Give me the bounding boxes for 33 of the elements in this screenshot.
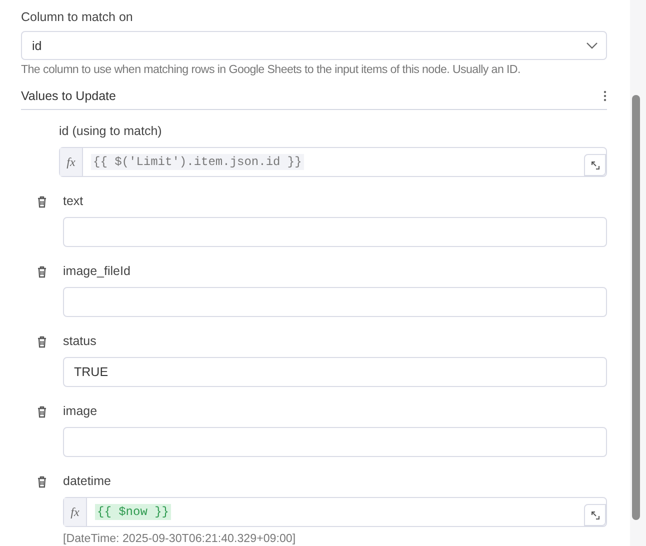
trash-icon[interactable] [37,406,47,418]
expand-button[interactable] [584,154,606,176]
trash-icon[interactable] [37,196,47,208]
trash-icon[interactable] [37,266,47,278]
input-field[interactable] [63,287,607,317]
input-field[interactable] [63,427,607,457]
field-label: status [63,333,98,350]
field-label: id (using to match) [59,123,163,140]
field-hint: The column to use when matching rows in Google Sheets to the input items of this node. Usually an ID. [21,63,522,76]
expression-field[interactable]: fx {{ $('Limit').item.json.id }} [59,147,607,177]
expression-field[interactable]: fx {{ $now }} [63,497,607,527]
expression-code: {{ $('Limit').item.json.id }} [91,154,304,170]
trash-icon[interactable] [37,476,47,488]
field-label: image_fileId [63,263,132,280]
section-title: Values to Update [21,89,116,103]
field-label: text [63,193,84,210]
expand-icon [590,160,600,170]
trash-icon[interactable] [37,336,47,348]
field-label: image [63,403,98,420]
input-field[interactable]: TRUE [63,357,607,387]
field-label: datetime [63,473,112,490]
fx-label: fx [60,148,83,176]
field-label: Column to match on [21,9,134,26]
expand-button[interactable] [584,504,606,526]
expression-result: [DateTime: 2025-09-30T06:21:40.329+09:00] [63,532,297,545]
expression-code: {{ $now }} [95,504,172,520]
chevron-down-icon [586,42,598,49]
column-select[interactable]: id [21,31,607,60]
expand-icon [590,510,600,520]
more-options-icon[interactable] [603,90,607,102]
input-field[interactable] [63,217,607,247]
fx-label: fx [64,498,87,526]
scrollbar-thumb[interactable] [632,95,640,520]
